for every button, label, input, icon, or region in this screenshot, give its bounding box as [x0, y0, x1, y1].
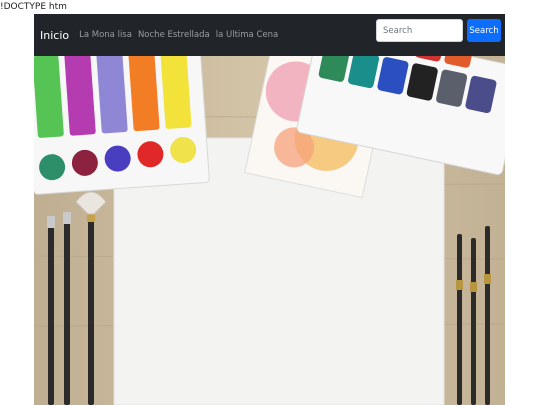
- left-watercolor-palette: [34, 56, 210, 195]
- right-paintbrushes: [456, 226, 491, 405]
- hero-image: [34, 56, 505, 405]
- navbar-brand-link[interactable]: Inicio: [40, 29, 69, 42]
- stray-doctype-text: !DOCTYPE htm: [0, 2, 67, 12]
- nav-link-ultima-cena[interactable]: la Ultima Cena: [216, 30, 279, 40]
- nav-link-mona-lisa[interactable]: La Mona lisa: [79, 30, 132, 40]
- nav-link-noche-estrellada[interactable]: Noche Estrellada: [138, 30, 210, 40]
- search-button[interactable]: Search: [467, 19, 501, 42]
- search-input[interactable]: [376, 19, 463, 42]
- hero-watercolor-illustration: [34, 56, 505, 405]
